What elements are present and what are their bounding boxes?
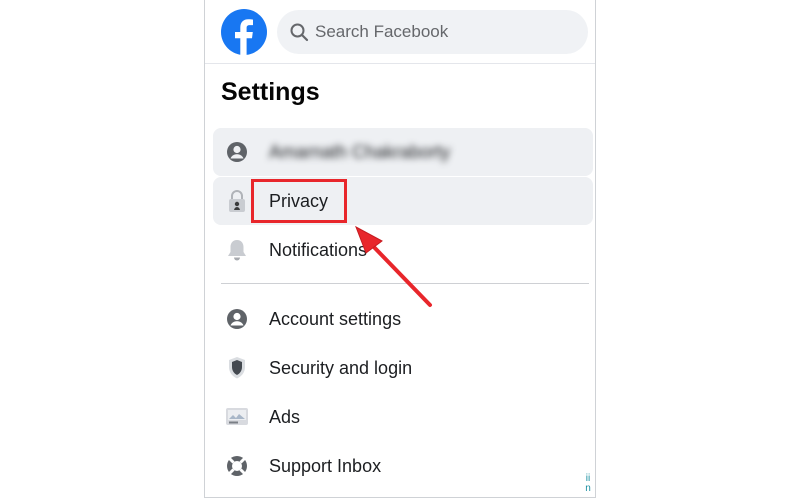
facebook-logo-icon[interactable] xyxy=(221,9,267,55)
section-divider xyxy=(221,283,589,284)
settings-item-ads[interactable]: Ads xyxy=(213,393,593,441)
settings-panel: Settings Amarnath Chakraborty Privacy xyxy=(204,0,596,498)
settings-item-privacy[interactable]: Privacy xyxy=(213,177,593,225)
profile-icon xyxy=(225,140,249,164)
settings-item-support-inbox[interactable]: Support Inbox xyxy=(213,442,593,490)
lifebuoy-icon xyxy=(225,454,249,478)
search-box[interactable] xyxy=(277,10,588,54)
lock-icon xyxy=(225,189,249,213)
top-header xyxy=(205,0,595,64)
settings-title: Settings xyxy=(221,78,320,106)
search-input[interactable] xyxy=(315,10,575,54)
privacy-label: Privacy xyxy=(269,190,329,211)
support-inbox-label: Support Inbox xyxy=(269,455,382,476)
watermark-line-2: n xyxy=(585,483,591,494)
bell-icon xyxy=(225,238,249,262)
settings-item-security-login[interactable]: Security and login xyxy=(213,344,593,392)
account-icon xyxy=(225,307,249,331)
settings-item-notifications[interactable]: Notifications xyxy=(213,226,593,274)
watermark: ii n xyxy=(582,474,594,496)
search-icon xyxy=(290,23,309,42)
ads-icon xyxy=(225,405,249,429)
shield-icon xyxy=(225,356,249,380)
notifications-label: Notifications xyxy=(269,239,368,260)
ads-label: Ads xyxy=(269,406,301,427)
account-settings-label: Account settings xyxy=(269,308,402,329)
profile-name: Amarnath Chakraborty xyxy=(269,141,451,162)
settings-item-profile[interactable]: Amarnath Chakraborty xyxy=(213,128,593,176)
settings-item-account-settings[interactable]: Account settings xyxy=(213,295,593,343)
security-login-label: Security and login xyxy=(269,357,413,378)
